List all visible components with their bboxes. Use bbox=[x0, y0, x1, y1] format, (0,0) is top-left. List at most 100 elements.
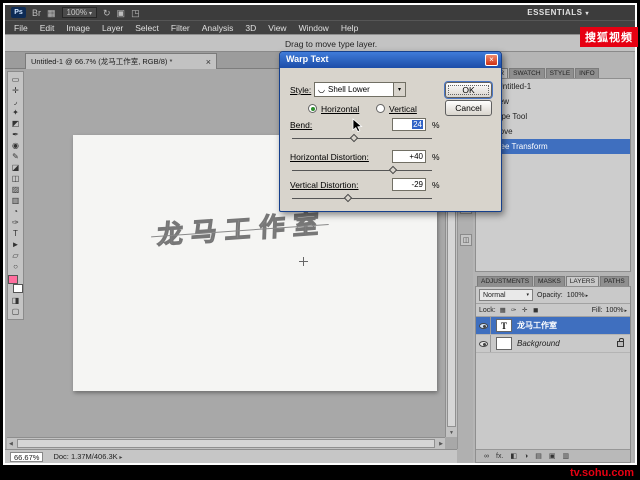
eye-icon[interactable] bbox=[478, 340, 488, 347]
bend-value-field[interactable]: 24 bbox=[392, 118, 426, 131]
eye-icon[interactable] bbox=[478, 322, 488, 329]
path-selection-tool[interactable]: ► bbox=[9, 239, 22, 250]
background-color-swatch[interactable] bbox=[13, 284, 23, 293]
eraser-tool[interactable]: ▨ bbox=[9, 184, 22, 195]
horizontal-radio-label[interactable]: Horizontal bbox=[321, 104, 359, 114]
layer-name[interactable]: Background bbox=[517, 339, 560, 348]
brush-tool[interactable]: ✎ bbox=[9, 151, 22, 162]
rectangle-tool[interactable]: ▱ bbox=[9, 250, 22, 261]
layer-group-icon[interactable]: ▤ bbox=[535, 452, 542, 460]
history-brush-tool[interactable]: ◫ bbox=[9, 173, 22, 184]
menu-3d[interactable]: 3D bbox=[239, 23, 262, 33]
fill-value[interactable]: 100% bbox=[606, 307, 627, 314]
move-tool[interactable]: ✛ bbox=[9, 85, 22, 96]
layer-mask-icon[interactable]: ◧ bbox=[510, 452, 517, 460]
vertical-radio[interactable] bbox=[376, 104, 385, 113]
zoom-tool[interactable]: ○ bbox=[9, 261, 22, 272]
horizontal-distortion-slider[interactable] bbox=[292, 165, 432, 175]
visibility-cell[interactable] bbox=[476, 335, 491, 352]
lasso-tool[interactable]: ◞ bbox=[9, 96, 22, 107]
menu-edit[interactable]: Edit bbox=[34, 23, 61, 33]
link-layers-icon[interactable]: ∞ bbox=[484, 453, 489, 460]
menu-image[interactable]: Image bbox=[60, 23, 96, 33]
horizontal-radio[interactable] bbox=[308, 104, 317, 113]
horizontal-scrollbar[interactable] bbox=[7, 437, 445, 449]
menu-select[interactable]: Select bbox=[129, 23, 165, 33]
ok-button[interactable]: OK bbox=[445, 82, 492, 98]
menu-help[interactable]: Help bbox=[335, 23, 364, 33]
delete-layer-icon[interactable]: ▥ bbox=[563, 452, 570, 460]
quick-mask-mode-button[interactable]: ◨ bbox=[9, 295, 22, 306]
horizontal-scrollbar-thumb[interactable] bbox=[17, 439, 435, 448]
menu-filter[interactable]: Filter bbox=[165, 23, 196, 33]
eyedropper-tool[interactable]: ✒ bbox=[9, 129, 22, 140]
layers-panel-body: Normal Opacity: 100% Lock: ▦ ✑ ✛ ◼ Fill:… bbox=[475, 286, 631, 463]
text-layer-thumbnail[interactable]: T bbox=[496, 319, 512, 332]
cancel-button[interactable]: Cancel bbox=[445, 100, 492, 116]
menu-window[interactable]: Window bbox=[293, 23, 335, 33]
layer-row-background[interactable]: Background bbox=[476, 335, 630, 353]
document-tab-title: Untitled-1 @ 66.7% (龙马工作室, RGB/8) * bbox=[31, 57, 173, 66]
document-size-info[interactable]: Doc: 1.37M/406.3K bbox=[53, 452, 122, 461]
spot-healing-brush-tool[interactable]: ◉ bbox=[9, 140, 22, 151]
tab-layers[interactable]: LAYERS bbox=[565, 276, 599, 286]
opacity-value[interactable]: 100% bbox=[567, 292, 588, 299]
application-bar: Ps Br ▦ 100% ↻ ▣ ◳ ESSENTIALS bbox=[5, 5, 635, 20]
screen-mode-button[interactable]: ▢ bbox=[9, 306, 22, 317]
lock-position-icon[interactable]: ✛ bbox=[521, 306, 529, 314]
layer-name[interactable]: 龙马工作室 bbox=[517, 320, 557, 331]
tab-paths[interactable]: PATHS bbox=[599, 276, 629, 286]
vertical-distortion-field[interactable]: -29 bbox=[392, 178, 426, 191]
visibility-cell[interactable] bbox=[476, 317, 491, 334]
tab-swatches[interactable]: SWATCH bbox=[509, 68, 545, 78]
close-tab-icon[interactable]: × bbox=[206, 57, 211, 67]
layer-style-icon[interactable]: fx. bbox=[496, 453, 503, 460]
menu-analysis[interactable]: Analysis bbox=[196, 23, 240, 33]
zoom-level-dropdown[interactable]: 100% bbox=[61, 7, 97, 18]
menu-file[interactable]: File bbox=[8, 23, 34, 33]
tab-info[interactable]: INFO bbox=[575, 68, 599, 78]
menu-layer[interactable]: Layer bbox=[96, 23, 129, 33]
status-zoom-field[interactable]: 66.67% bbox=[10, 451, 44, 462]
vertical-distortion-slider[interactable] bbox=[292, 193, 432, 203]
pen-tool[interactable]: ✑ bbox=[9, 217, 22, 228]
lock-pixels-icon[interactable]: ✑ bbox=[510, 306, 518, 314]
rectangular-marquee-tool[interactable]: ▭ bbox=[9, 74, 22, 85]
lock-transparency-icon[interactable]: ▦ bbox=[499, 306, 507, 314]
close-icon[interactable]: × bbox=[485, 54, 498, 66]
h-distortion-slider-thumb[interactable] bbox=[388, 165, 398, 175]
view-extras-icon[interactable]: ▦ bbox=[47, 8, 56, 18]
gradient-tool[interactable]: ▥ bbox=[9, 195, 22, 206]
new-layer-icon[interactable]: ▣ bbox=[549, 452, 556, 460]
tab-adjustments[interactable]: ADJUSTMENTS bbox=[477, 276, 534, 286]
background-layer-thumbnail[interactable] bbox=[496, 337, 512, 350]
bridge-icon[interactable]: Br bbox=[32, 8, 41, 18]
vertical-radio-label[interactable]: Vertical bbox=[389, 104, 417, 114]
clone-stamp-tool[interactable]: ◪ bbox=[9, 162, 22, 173]
dialog-title-bar[interactable]: Warp Text bbox=[280, 52, 501, 68]
document-tab[interactable]: Untitled-1 @ 66.7% (龙马工作室, RGB/8) * × bbox=[25, 53, 217, 69]
collapsed-panel-icon-3[interactable]: ◫ bbox=[460, 234, 472, 246]
transform-reference-point[interactable] bbox=[299, 257, 308, 266]
screen-mode-icon[interactable]: ◳ bbox=[131, 8, 140, 18]
foreground-color-swatch[interactable] bbox=[8, 275, 18, 284]
lock-all-icon[interactable]: ◼ bbox=[532, 306, 540, 314]
style-label: Style: bbox=[290, 85, 312, 95]
rotate-view-icon[interactable]: ↻ bbox=[103, 8, 111, 18]
menu-view[interactable]: View bbox=[262, 23, 292, 33]
blur-tool[interactable]: ◔ bbox=[9, 206, 22, 217]
chevron-down-icon[interactable]: ▾ bbox=[393, 83, 405, 96]
tab-styles[interactable]: STYLE bbox=[545, 68, 575, 78]
crop-tool[interactable]: ◩ bbox=[9, 118, 22, 129]
v-distortion-slider-thumb[interactable] bbox=[343, 193, 353, 203]
quick-selection-tool[interactable]: ✦ bbox=[9, 107, 22, 118]
arrange-documents-icon[interactable]: ▣ bbox=[117, 8, 126, 18]
blend-mode-dropdown[interactable]: Normal bbox=[479, 289, 533, 301]
type-tool[interactable]: T bbox=[9, 228, 22, 239]
workspace-switcher[interactable]: ESSENTIALS bbox=[527, 8, 589, 17]
tab-masks[interactable]: MASKS bbox=[534, 276, 565, 286]
horizontal-distortion-field[interactable]: +40 bbox=[392, 150, 426, 163]
adjustment-layer-icon[interactable]: ◑ bbox=[524, 453, 528, 460]
layer-row-text[interactable]: T 龙马工作室 bbox=[476, 317, 630, 335]
style-dropdown[interactable]: ◡ Shell Lower ▾ bbox=[314, 82, 406, 97]
